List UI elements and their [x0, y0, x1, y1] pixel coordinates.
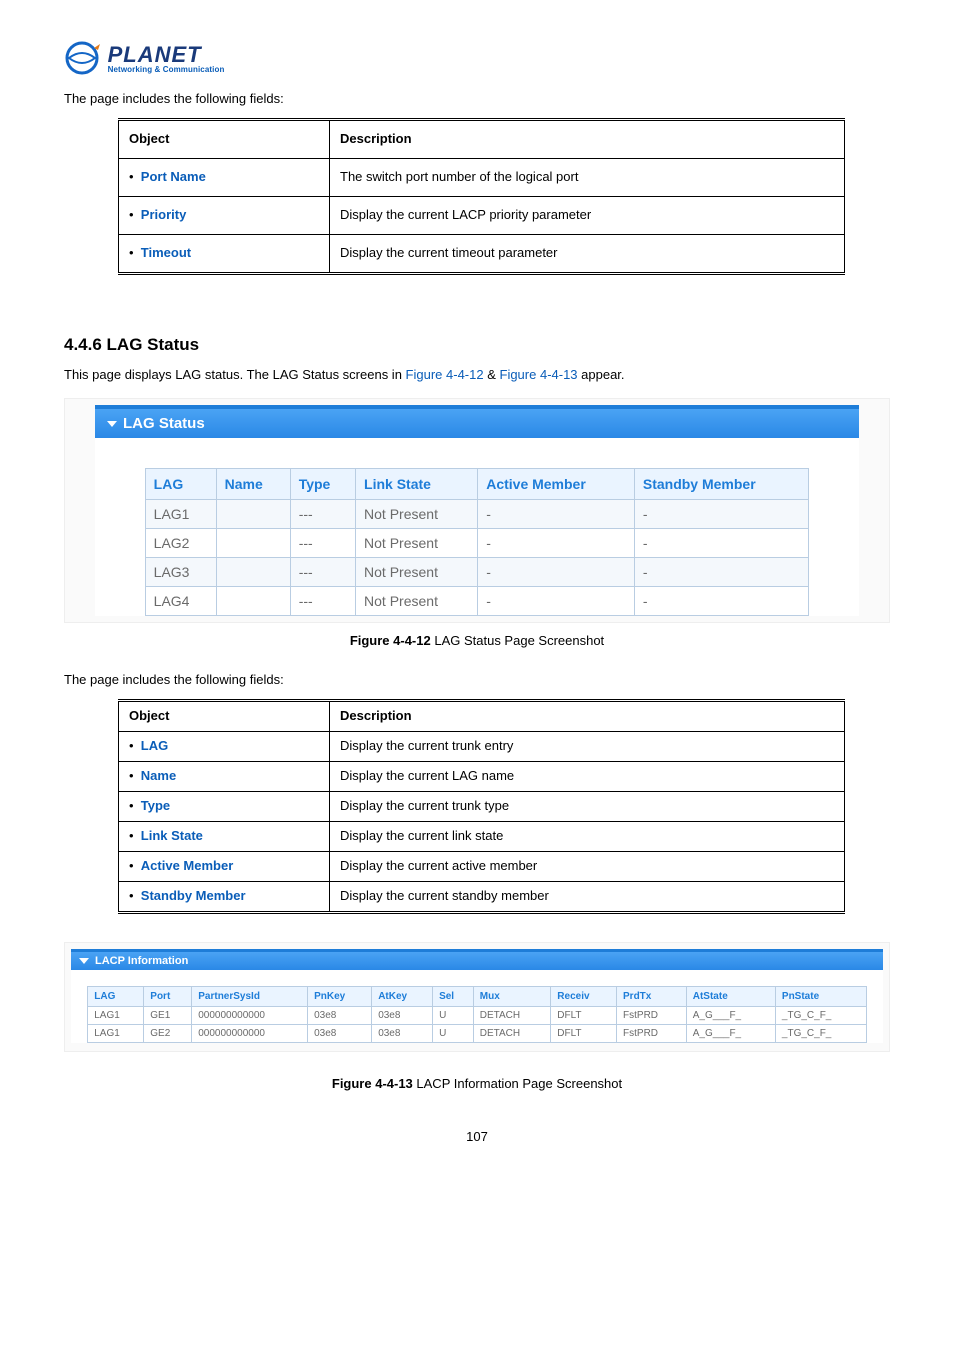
figure-caption-1: Figure 4-4-12 LAG Status Page Screenshot — [64, 633, 890, 648]
fields-table-1: Object Description • Port Name The switc… — [118, 118, 845, 275]
logo: PLANET Networking & Communication — [64, 40, 890, 79]
logo-subtitle: Networking & Communication — [108, 65, 225, 74]
table-row: LAG1 GE1 000000000000 03e8 03e8 U DETACH… — [88, 1007, 867, 1025]
col-type: Type — [290, 469, 355, 500]
object-name: Priority — [141, 207, 187, 222]
col-object: Object — [119, 701, 330, 732]
section-text: This page displays LAG status. The LAG S… — [64, 367, 890, 382]
page-number: 107 — [64, 1129, 890, 1144]
table-row: • Standby MemberDisplay the current stan… — [119, 882, 845, 913]
col-description: Description — [330, 120, 845, 159]
col-description: Description — [330, 701, 845, 732]
object-name: Timeout — [141, 245, 191, 260]
col-standby-member: Standby Member — [634, 469, 808, 500]
section-heading: 4.4.6 LAG Status — [64, 335, 890, 355]
table-row: • Timeout Display the current timeout pa… — [119, 235, 845, 274]
fields-table-2: Object Description • LAGDisplay the curr… — [118, 699, 845, 914]
lacp-info-table: LAG Port PartnerSysId PnKey AtKey Sel Mu… — [87, 986, 867, 1043]
object-desc: The switch port number of the logical po… — [330, 159, 845, 197]
figure-link-2[interactable]: Figure 4-4-13 — [500, 367, 578, 382]
col-name: Name — [216, 469, 290, 500]
table-row: LAG4 --- Not Present - - — [145, 587, 809, 616]
table-row: • Port Name The switch port number of th… — [119, 159, 845, 197]
globe-icon — [64, 40, 100, 79]
object-desc: Display the current LACP priority parame… — [330, 197, 845, 235]
panel-header[interactable]: LACP Information — [71, 952, 883, 970]
figure-link-1[interactable]: Figure 4-4-12 — [406, 367, 484, 382]
table-row: • Priority Display the current LACP prio… — [119, 197, 845, 235]
col-link-state: Link State — [356, 469, 478, 500]
table-row: • Link StateDisplay the current link sta… — [119, 822, 845, 852]
table-row: • LAGDisplay the current trunk entry — [119, 732, 845, 762]
chevron-down-icon — [107, 421, 117, 427]
table-row: LAG2 --- Not Present - - — [145, 529, 809, 558]
table-row: • NameDisplay the current LAG name — [119, 762, 845, 792]
lag-status-panel: LAG Status LAG Name Type Link State Acti… — [64, 398, 890, 623]
table-row: LAG1 GE2 000000000000 03e8 03e8 U DETACH… — [88, 1025, 867, 1043]
table-row: LAG3 --- Not Present - - — [145, 558, 809, 587]
panel-header[interactable]: LAG Status — [95, 409, 859, 438]
object-name: Port Name — [141, 169, 206, 184]
lacp-info-panel: LACP Information LAG Port PartnerSysId P… — [64, 942, 890, 1052]
intro-text-2: The page includes the following fields: — [64, 672, 890, 687]
lag-status-table: LAG Name Type Link State Active Member S… — [145, 468, 810, 616]
table-row: • Active MemberDisplay the current activ… — [119, 852, 845, 882]
figure-caption-2: Figure 4-4-13 LACP Information Page Scre… — [64, 1076, 890, 1091]
chevron-down-icon — [79, 958, 89, 964]
table-row: • TypeDisplay the current trunk type — [119, 792, 845, 822]
logo-text: PLANET Networking & Communication — [108, 45, 225, 74]
intro-text-1: The page includes the following fields: — [64, 91, 890, 106]
col-object: Object — [119, 120, 330, 159]
logo-title: PLANET — [108, 45, 225, 65]
object-desc: Display the current timeout parameter — [330, 235, 845, 274]
col-lag: LAG — [145, 469, 216, 500]
col-active-member: Active Member — [478, 469, 635, 500]
table-row: LAG1 --- Not Present - - — [145, 500, 809, 529]
